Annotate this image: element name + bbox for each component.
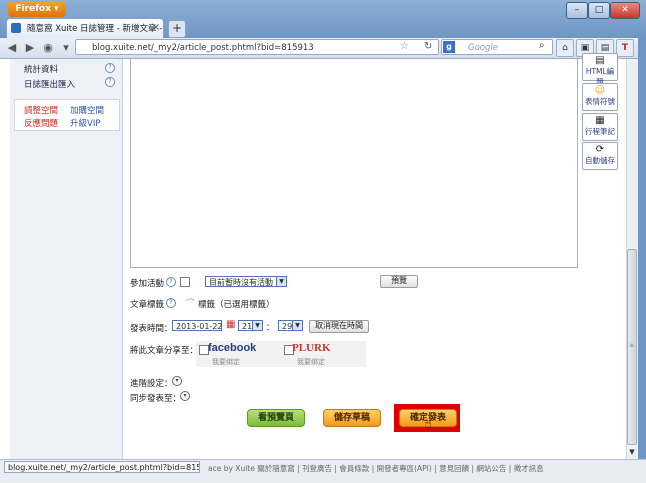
- tool-label: 自動儲存: [585, 156, 615, 165]
- tool-label: 行程筆記: [585, 127, 615, 136]
- minute-select[interactable]: 29 ▼: [278, 320, 303, 331]
- bookmark-star-icon[interactable]: ☆: [400, 39, 414, 55]
- publish-time-label: 發表時間：: [130, 324, 173, 334]
- tags-value[interactable]: 標籤（已選用標籤）: [198, 298, 275, 310]
- tab-favicon-icon: [11, 23, 21, 33]
- minute-value: 29: [282, 322, 293, 331]
- activity-select-value: 目前暫時沒有活動: [209, 278, 273, 287]
- publish-date-input[interactable]: 2013-01-22: [172, 320, 223, 331]
- buy-space-link[interactable]: 加購空間: [70, 104, 104, 116]
- home-icon[interactable]: ⌂: [556, 39, 574, 57]
- save-draft-button[interactable]: 儲存草稿: [323, 409, 381, 427]
- hour-value: 21: [242, 322, 253, 331]
- help-icon[interactable]: ?: [105, 63, 115, 73]
- calendar-icon: ▦: [595, 115, 605, 126]
- help-icon[interactable]: ?: [166, 298, 176, 308]
- plurk-bind-link[interactable]: 我要綁定: [297, 357, 325, 367]
- minimize-button[interactable]: –: [566, 2, 588, 19]
- facebook-bind-link[interactable]: 我要綁定: [212, 357, 240, 367]
- reload-icon[interactable]: ↻: [424, 39, 436, 55]
- search-icon[interactable]: ⌕: [539, 40, 553, 54]
- window-controls: – □ ✕: [566, 2, 640, 19]
- facebook-logo: facebook: [208, 342, 257, 354]
- tool-label: 表情符號: [585, 97, 615, 106]
- refresh-icon: ⟳: [595, 144, 605, 155]
- help-icon[interactable]: ?: [105, 77, 115, 87]
- chevron-down-icon: ▼: [252, 321, 262, 330]
- tool-schedule-notes[interactable]: ▦ 行程筆記: [582, 113, 618, 141]
- tool-html-edit[interactable]: ▤ HTML編輯: [582, 53, 618, 86]
- translate-icon[interactable]: T: [616, 39, 634, 57]
- cancel-current-time-button[interactable]: 取消現在時間: [309, 320, 369, 333]
- hand-cursor-icon: ☝: [424, 417, 432, 432]
- tags-label: 文章標籤: [130, 300, 165, 310]
- search-input[interactable]: Google: [441, 39, 553, 55]
- sidebar-item-export-import[interactable]: 日誌匯出匯入: [24, 78, 75, 90]
- back-arrow-icon[interactable]: ◀: [4, 40, 20, 56]
- activity-label: 參加活動: [130, 279, 165, 289]
- tool-emoticons[interactable]: ☺ 表情符號: [582, 83, 618, 111]
- smiley-icon: ☺: [594, 85, 606, 96]
- status-url: blog.xuite.net/_my2/article_post.phtml?b…: [4, 461, 200, 473]
- page-footer-links[interactable]: ace by Xuite 關於隨意窩 | 刊登廣告 | 會員條款 | 開發者專區…: [208, 464, 628, 474]
- preview-page-button[interactable]: 看預覽頁: [247, 409, 305, 427]
- sync-publish-label: 同步發表至：: [130, 394, 182, 404]
- article-editor[interactable]: [130, 59, 578, 268]
- activity-select[interactable]: 目前暫時沒有活動 ▼: [205, 276, 287, 287]
- maximize-button[interactable]: □: [588, 2, 610, 19]
- google-search-engine-icon[interactable]: g: [443, 41, 455, 53]
- browser-tab[interactable]: 隨意窩 Xuite 日誌管理 - 新增文章 - 新增...: [6, 18, 164, 38]
- tool-auto-save[interactable]: ⟳ 自動儲存: [582, 142, 618, 170]
- sidebar-item-statistics[interactable]: 統計資料: [24, 63, 58, 75]
- activity-preview-button[interactable]: 預覽: [380, 275, 418, 288]
- window-frame: [638, 38, 646, 482]
- hour-select[interactable]: 21 ▼: [238, 320, 263, 331]
- identity-icon[interactable]: ◉: [40, 40, 56, 56]
- history-icon[interactable]: ▾: [58, 40, 74, 56]
- adjust-space-link[interactable]: 調整空間: [24, 104, 58, 116]
- new-tab-button[interactable]: +: [168, 20, 186, 38]
- upgrade-vip-link[interactable]: 升級VIP: [70, 117, 100, 129]
- share-label: 將此文章分享至：: [130, 346, 199, 356]
- navigation-toolbar: ◀ ▶ ◉ ▾ blog.xuite.net/_my2/article_post…: [0, 38, 646, 59]
- expand-chevron-icon[interactable]: ▾: [180, 391, 190, 401]
- advanced-settings-label: 進階設定：: [130, 379, 173, 389]
- url-bar[interactable]: blog.xuite.net/_my2/article_post.phtml?b…: [75, 39, 439, 55]
- help-icon[interactable]: ?: [166, 277, 176, 287]
- chevron-down-icon: ▼: [292, 321, 302, 330]
- plurk-logo: PLURK: [292, 342, 331, 354]
- calendar-icon[interactable]: ▦: [226, 319, 235, 330]
- scroll-grip-icon: ≡: [629, 342, 635, 349]
- activity-checkbox[interactable]: [180, 277, 190, 287]
- tag-icon: ⌒: [186, 299, 195, 309]
- feedback-link[interactable]: 反應問題: [24, 117, 58, 129]
- html-icon: ▤: [595, 55, 605, 66]
- time-separator: ：: [266, 323, 275, 333]
- close-window-button[interactable]: ✕: [610, 2, 640, 19]
- forward-arrow-icon[interactable]: ▶: [22, 40, 38, 56]
- chevron-down-icon: ▼: [276, 277, 286, 286]
- tab-close-icon[interactable]: ×: [150, 19, 162, 37]
- expand-chevron-icon[interactable]: ▾: [172, 376, 182, 386]
- scroll-down-arrow-icon[interactable]: ▼: [627, 447, 637, 457]
- firefox-menu-button[interactable]: Firefox ▾: [8, 2, 66, 17]
